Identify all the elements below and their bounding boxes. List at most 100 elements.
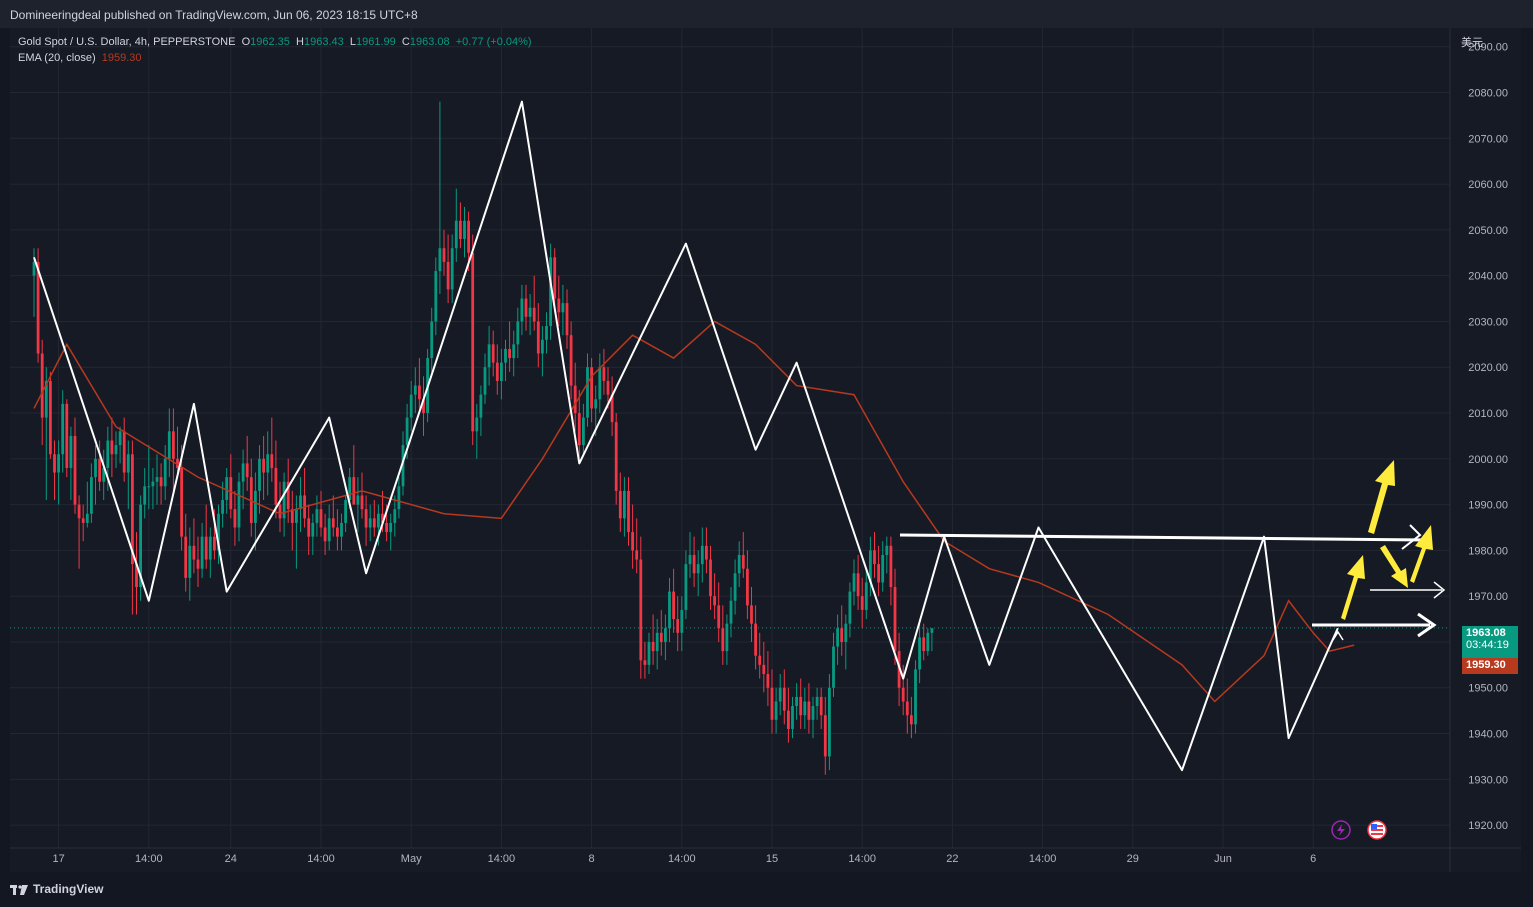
candle bbox=[188, 527, 192, 601]
candle bbox=[331, 495, 335, 537]
candle-body bbox=[754, 623, 757, 656]
price-tick-label: 1920.00 bbox=[1468, 820, 1508, 832]
candle bbox=[508, 321, 511, 372]
candle-body bbox=[487, 344, 491, 368]
candle bbox=[135, 532, 138, 615]
candle bbox=[569, 321, 573, 400]
candle bbox=[664, 614, 667, 661]
candle-body bbox=[159, 477, 163, 487]
candle-body bbox=[258, 458, 261, 491]
candle bbox=[586, 353, 589, 427]
candle bbox=[541, 326, 544, 377]
candle-body bbox=[61, 403, 65, 455]
candle-body bbox=[77, 504, 81, 519]
low-value: 1961.99 bbox=[356, 36, 396, 48]
candle-body bbox=[746, 568, 749, 606]
tradingview-logo[interactable]: TradingView bbox=[10, 882, 103, 896]
candle-body bbox=[668, 591, 671, 629]
candle-body bbox=[881, 554, 885, 583]
candle bbox=[327, 504, 331, 551]
candle-body bbox=[877, 564, 880, 583]
candle bbox=[889, 536, 893, 606]
candle-body bbox=[446, 261, 450, 290]
candle-body bbox=[118, 431, 122, 446]
candle-body bbox=[684, 564, 688, 610]
candle bbox=[459, 202, 462, 249]
candle bbox=[254, 472, 257, 551]
candle-body bbox=[914, 669, 917, 725]
us-flag-icon[interactable] bbox=[1367, 820, 1387, 840]
candle bbox=[323, 513, 327, 555]
countdown-value: 03:44:19 bbox=[1466, 639, 1509, 651]
candle bbox=[651, 614, 655, 665]
close-label: C bbox=[401, 36, 410, 48]
candle-body bbox=[196, 559, 200, 569]
candle-body bbox=[122, 431, 126, 473]
candle bbox=[295, 495, 298, 569]
time-tick-label: 8 bbox=[589, 853, 595, 865]
candle-body bbox=[545, 326, 548, 340]
candle bbox=[864, 568, 868, 620]
candle bbox=[696, 550, 700, 597]
candle-body bbox=[81, 518, 85, 523]
candle bbox=[114, 431, 118, 468]
time-tick-label: 15 bbox=[766, 853, 778, 865]
time-tick-label: 14:00 bbox=[135, 853, 163, 865]
candle-body bbox=[155, 477, 159, 482]
candle bbox=[914, 660, 917, 734]
candle-body bbox=[819, 696, 823, 716]
time-tick-label: 14:00 bbox=[668, 853, 696, 865]
time-axis[interactable]: 17 14:00 24 14:00 May 14:00 8 14:00 15 14:00 22 14:… bbox=[10, 847, 1521, 865]
candle bbox=[877, 545, 880, 597]
candle-body bbox=[172, 431, 175, 459]
candle-body bbox=[573, 385, 577, 414]
candle-body bbox=[709, 559, 712, 597]
candle bbox=[340, 513, 343, 551]
candle bbox=[926, 628, 930, 656]
lightning-icon[interactable] bbox=[1331, 820, 1351, 840]
candle bbox=[290, 490, 294, 551]
candle-body bbox=[737, 554, 741, 574]
candle-body bbox=[844, 623, 848, 642]
candle bbox=[418, 358, 421, 409]
price-chart[interactable]: 1920.001930.001940.001950.001960.001970.… bbox=[10, 28, 1521, 872]
candle bbox=[233, 490, 237, 546]
candle-body bbox=[828, 687, 831, 757]
candle-body bbox=[467, 220, 470, 253]
candle-body bbox=[623, 490, 626, 519]
candle-body bbox=[336, 527, 339, 537]
yellow-arrow-up-2 bbox=[1368, 460, 1395, 534]
candle bbox=[659, 609, 663, 656]
candle bbox=[77, 495, 81, 569]
candle-body bbox=[561, 303, 565, 313]
candle-body bbox=[520, 298, 524, 322]
chart-pane[interactable]: 1920.001930.001940.001950.001960.001970.… bbox=[10, 28, 1521, 872]
candle bbox=[684, 550, 688, 620]
candle-body bbox=[516, 321, 520, 345]
candle-body bbox=[799, 696, 803, 716]
candle bbox=[49, 371, 52, 459]
candle-body bbox=[643, 660, 647, 665]
candle-body bbox=[295, 509, 298, 523]
candle-body bbox=[167, 431, 171, 459]
candle-body bbox=[434, 271, 438, 322]
candle bbox=[688, 532, 692, 578]
candle bbox=[528, 293, 532, 336]
price-axis[interactable]: 1920.001930.001940.001950.001960.001970.… bbox=[1449, 28, 1508, 872]
candle bbox=[803, 687, 807, 729]
candle bbox=[844, 614, 848, 670]
candle-body bbox=[463, 220, 466, 240]
candle bbox=[155, 454, 159, 505]
price-tick-label: 2080.00 bbox=[1468, 88, 1508, 100]
candle-body bbox=[405, 417, 409, 446]
candle bbox=[118, 426, 122, 464]
candle-body bbox=[664, 628, 667, 642]
candle-body bbox=[725, 623, 729, 652]
candle-body bbox=[577, 413, 581, 446]
candle-body bbox=[676, 619, 680, 633]
candle-body bbox=[741, 554, 745, 569]
candle bbox=[582, 403, 585, 455]
candle bbox=[356, 477, 360, 533]
candle-body bbox=[450, 248, 454, 290]
candle-body bbox=[479, 394, 483, 418]
